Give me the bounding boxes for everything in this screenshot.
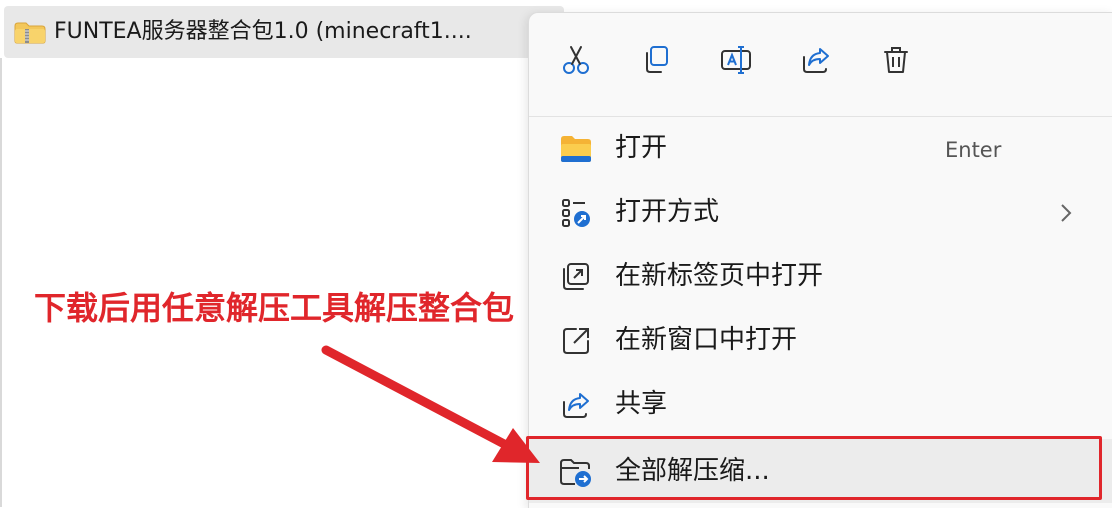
menu-item-open-new-tab[interactable]: 在新标签页中打开: [529, 244, 1112, 308]
copy-icon: [646, 46, 668, 73]
annotation-text: 下载后用任意解压工具解压整合包: [34, 289, 515, 327]
delete-button[interactable]: [879, 43, 913, 77]
scissors-icon: [563, 46, 589, 74]
share-icon: [803, 48, 829, 73]
menu-item-open[interactable]: 打开 Enter: [529, 116, 1112, 180]
file-name: FUNTEA服务器整合包1.0 (minecraft1....: [54, 19, 472, 44]
extract-all-icon: [559, 455, 593, 489]
menu-item-open-new-window[interactable]: 在新窗口中打开: [529, 308, 1112, 372]
menu-item-extract-all[interactable]: 全部解压缩...: [529, 439, 1112, 503]
share-button[interactable]: [799, 43, 833, 77]
menu-item-label: 打开: [615, 133, 668, 163]
trash-icon: [884, 47, 908, 73]
menu-item-share[interactable]: 共享: [529, 372, 1112, 436]
rename-icon: [721, 46, 751, 74]
copy-button[interactable]: [639, 43, 673, 77]
share-icon: [559, 388, 593, 422]
file-row[interactable]: FUNTEA服务器整合包1.0 (minecraft1....: [4, 6, 564, 58]
quick-action-bar: [529, 13, 1112, 105]
menu-item-label: 全部解压缩...: [615, 456, 770, 486]
chevron-right-icon: [1061, 204, 1072, 222]
new-tab-icon: [559, 260, 593, 294]
context-menu: 打开 Enter 打开方式 在新标签页中打开 在新窗口中打开 共享 全部解压缩.…: [528, 12, 1112, 508]
menu-item-label: 在新标签页中打开: [615, 261, 824, 291]
folder-icon: [559, 132, 593, 166]
pane-divider: [0, 58, 2, 507]
cut-button[interactable]: [559, 43, 593, 77]
rename-button[interactable]: [719, 43, 753, 77]
menu-item-label: 在新窗口中打开: [615, 325, 798, 355]
menu-item-label: 共享: [615, 389, 668, 419]
zip-folder-icon: [14, 22, 46, 44]
new-window-icon: [559, 324, 593, 358]
open-with-icon: [559, 196, 593, 230]
menu-item-label: 打开方式: [615, 197, 720, 227]
shortcut-label: Enter: [945, 138, 1002, 162]
menu-item-open-with[interactable]: 打开方式: [529, 180, 1112, 244]
